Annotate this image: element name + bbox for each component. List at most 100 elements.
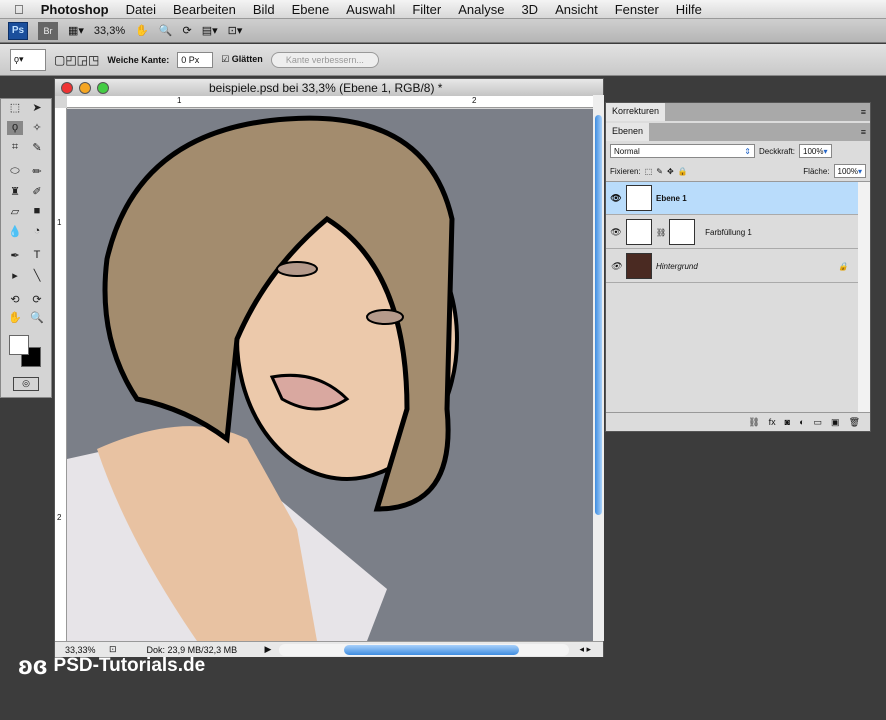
link-icon[interactable]: ⛓ xyxy=(656,228,666,237)
application-bar: Ps Br ▦▾ 33,3% ✋ 🔍 ⟳ ▤▾ ⊡▾ xyxy=(0,19,886,43)
adjustments-tab-label[interactable]: Korrekturen xyxy=(606,103,666,121)
blur-tool-icon[interactable]: 💧 xyxy=(7,225,23,239)
screen-mode-select-icon[interactable]: ⊡▾ xyxy=(228,24,243,37)
foreground-color-swatch[interactable] xyxy=(9,335,29,355)
panel-menu-icon[interactable]: ≡ xyxy=(861,127,866,137)
layer-thumbnail xyxy=(626,185,652,211)
lock-all-icon[interactable]: 🔒 xyxy=(678,167,688,176)
layer-row[interactable]: 👁 ⛓ Farbfüllung 1 xyxy=(606,216,858,249)
layer-name[interactable]: Farbfüllung 1 xyxy=(705,228,752,237)
layer-row[interactable]: 👁 Hintergrund 🔒 xyxy=(606,250,858,283)
menu-datei[interactable]: Datei xyxy=(126,2,156,17)
image-canvas[interactable] xyxy=(67,109,593,641)
horizontal-scroll-thumb[interactable] xyxy=(344,644,520,655)
menu-bearbeiten[interactable]: Bearbeiten xyxy=(173,2,236,17)
menu-3d[interactable]: 3D xyxy=(521,2,538,17)
adjustment-layer-icon[interactable]: ◐ xyxy=(799,417,804,428)
clone-stamp-icon[interactable]: ♜ xyxy=(7,185,23,199)
menu-auswahl[interactable]: Auswahl xyxy=(346,2,395,17)
link-layers-icon[interactable]: ⛓ xyxy=(748,417,759,428)
gradient-icon[interactable]: ■ xyxy=(29,205,45,219)
document-title-bar[interactable]: beispiele.psd bei 33,3% (Ebene 1, RGB/8)… xyxy=(55,79,603,96)
vertical-scrollbar[interactable] xyxy=(593,95,604,641)
ruler-top-label: 2 xyxy=(472,96,477,105)
menu-fenster[interactable]: Fenster xyxy=(615,2,659,17)
type-tool-icon[interactable]: T xyxy=(29,249,45,263)
layer-row[interactable]: 👁 Ebene 1 xyxy=(606,182,858,215)
document-title: beispiele.psd bei 33,3% (Ebene 1, RGB/8)… xyxy=(209,80,443,95)
layers-tab[interactable]: Ebenen ≡ xyxy=(606,123,870,141)
tool-preset-picker[interactable]: ϙ▾ xyxy=(10,48,46,71)
dodge-tool-icon[interactable]: ◔ xyxy=(29,225,45,239)
smooth-checkbox[interactable]: ☑ Glätten xyxy=(221,54,263,65)
delete-layer-icon[interactable]: 🗑 xyxy=(849,417,860,428)
new-layer-icon[interactable]: ▣ xyxy=(831,417,840,428)
refine-edge-button[interactable]: Kante verbessern... xyxy=(270,51,379,68)
add-mask-icon[interactable]: ◙ xyxy=(785,417,790,428)
visibility-eye-icon[interactable]: 👁 xyxy=(606,261,626,272)
blend-mode-value: Normal xyxy=(614,146,640,156)
layer-style-icon[interactable]: fx xyxy=(769,417,776,428)
horizontal-scrollbar[interactable] xyxy=(279,643,570,656)
zoom-button[interactable] xyxy=(97,81,109,94)
3d-rotate-icon[interactable]: ⟲ xyxy=(7,293,23,307)
layers-scrollbar[interactable] xyxy=(858,182,870,412)
close-button[interactable] xyxy=(61,81,73,94)
feather-label: Weiche Kante: xyxy=(107,54,170,65)
menu-bild[interactable]: Bild xyxy=(253,2,275,17)
hand-icon[interactable]: ✋ xyxy=(7,311,23,325)
apple-icon[interactable]:  xyxy=(14,2,24,17)
layers-footer: ⛓ fx ◙ ◐ ▭ ▣ 🗑 xyxy=(606,412,870,432)
arrange-documents-icon[interactable]: ▤▾ xyxy=(202,24,218,37)
minimize-button[interactable] xyxy=(79,81,91,94)
move-tool-icon[interactable]: ➤ xyxy=(29,101,45,115)
menu-hilfe[interactable]: Hilfe xyxy=(676,2,702,17)
marquee-tool-icon[interactable]: ⬚ xyxy=(7,101,23,115)
blend-mode-select[interactable]: Normal ⇕ xyxy=(610,144,755,158)
brush-tool-icon[interactable]: ✏ xyxy=(29,165,45,179)
menu-filter[interactable]: Filter xyxy=(412,2,441,17)
screen-mode-icon[interactable]: ▦▾ xyxy=(68,24,84,37)
fill-input[interactable]: 100% ▾ xyxy=(833,164,866,178)
visibility-eye-icon[interactable]: 👁 xyxy=(606,193,626,204)
menu-ansicht[interactable]: Ansicht xyxy=(555,2,598,17)
menu-analyse[interactable]: Analyse xyxy=(458,2,504,17)
vertical-scroll-thumb[interactable] xyxy=(595,115,602,515)
visibility-eye-icon[interactable]: 👁 xyxy=(606,227,626,238)
eyedropper-icon[interactable]: ✎ xyxy=(29,141,45,155)
pen-tool-icon[interactable]: ✒ xyxy=(7,249,23,263)
layer-name[interactable]: Ebene 1 xyxy=(656,194,687,203)
scroll-arrows-icon[interactable]: ◂ ▸ xyxy=(579,644,591,655)
magic-wand-icon[interactable]: ✧ xyxy=(29,121,45,135)
history-brush-icon[interactable]: ✐ xyxy=(29,185,45,199)
bridge-button[interactable]: Br xyxy=(38,21,58,40)
quick-mask-icon[interactable]: ◎ xyxy=(13,377,39,391)
menu-app[interactable]: Photoshop xyxy=(41,2,109,17)
watermark-text: PSD-Tutorials.de xyxy=(53,654,206,676)
panel-menu-icon[interactable]: ≡ xyxy=(861,107,866,117)
zoom-tool-icon[interactable]: 🔍 xyxy=(159,24,173,37)
healing-brush-icon[interactable]: ⬭ xyxy=(7,165,23,179)
opacity-input[interactable]: 100% ▾ xyxy=(799,144,832,158)
3d-orbit-icon[interactable]: ⟳ xyxy=(29,293,45,307)
lock-pixels-icon[interactable]: ✎ xyxy=(656,167,663,176)
crop-tool-icon[interactable]: ⌗ xyxy=(7,141,23,155)
menu-ebene[interactable]: Ebene xyxy=(292,2,330,17)
feather-input[interactable]: 0 Px xyxy=(177,51,214,68)
lasso-tool-icon[interactable]: ϙ xyxy=(7,121,23,135)
rotate-view-icon[interactable]: ⟳ xyxy=(183,24,192,37)
eraser-icon[interactable]: ▱ xyxy=(7,205,23,219)
layers-tab-label[interactable]: Ebenen xyxy=(606,123,650,141)
hand-tool-icon[interactable]: ✋ xyxy=(135,24,149,37)
lock-position-icon[interactable]: ✥ xyxy=(667,167,674,176)
new-group-icon[interactable]: ▭ xyxy=(814,417,823,428)
lock-transparency-icon[interactable]: ⬚ xyxy=(645,167,653,176)
selection-mode-buttons[interactable]: ▢◰◲◳ xyxy=(54,53,99,67)
zoom-icon[interactable]: 🔍 xyxy=(29,311,45,325)
adjustments-tab[interactable]: Korrekturen ≡ xyxy=(606,103,870,121)
zoom-level-select[interactable]: 33,3% xyxy=(94,25,125,37)
line-tool-icon[interactable]: ╲ xyxy=(29,269,45,283)
layer-name[interactable]: Hintergrund xyxy=(656,262,698,271)
path-selection-icon[interactable]: ▸ xyxy=(7,269,23,283)
status-menu-arrow-icon[interactable]: ▶ xyxy=(265,644,272,655)
